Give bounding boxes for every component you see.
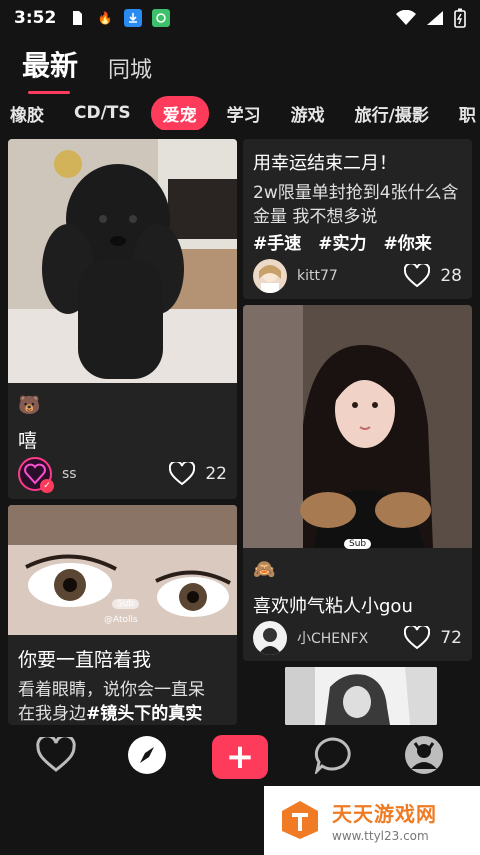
username[interactable]: ss — [62, 466, 169, 482]
username[interactable]: kitt77 — [297, 268, 404, 284]
watermark-title: 天天游戏网 — [332, 802, 437, 826]
download-app-icon — [124, 9, 143, 27]
category-more[interactable]: 职 — [459, 101, 476, 126]
like-count[interactable]: 72 — [404, 626, 462, 650]
signal-icon — [426, 10, 444, 30]
category-pets[interactable]: 爱宠 — [150, 96, 209, 130]
avatar[interactable] — [253, 621, 287, 655]
watermark-url: www.ttyl23.com — [332, 829, 429, 843]
tab-latest[interactable]: 最新 — [22, 44, 78, 94]
verified-badge-icon: ✓ — [40, 479, 54, 493]
photo-watermark: @Atolls — [104, 615, 138, 625]
feed-card-manga[interactable] — [285, 667, 437, 725]
status-bar: 3:52 🔥 — [0, 0, 480, 36]
feed-card-text[interactable]: 用幸运结束二月！ 2w限量单封抢到4张什么含金量 我不想多说 #手速 #实力 #… — [243, 139, 472, 299]
tab-nearby[interactable]: 同城 — [108, 52, 152, 84]
card-tags[interactable]: #手速 #实力 #你来 — [253, 229, 432, 254]
like-count[interactable]: 22 — [169, 462, 227, 486]
category-games[interactable]: 游戏 — [291, 101, 325, 126]
card-meta: 小CHENFX 72 — [253, 619, 462, 657]
feed-card-eyes[interactable]: Sub @Atolls 你要一直陪着我 看着眼睛，说你会一直呆 在我身边#镜头下… — [8, 505, 237, 725]
create-post-button[interactable]: + — [211, 735, 268, 779]
card-title: 你要一直陪着我 — [18, 649, 152, 671]
status-time: 3:52 — [14, 8, 57, 28]
card-title: 用幸运结束二月！ — [253, 153, 397, 174]
nav-messages[interactable] — [307, 731, 359, 783]
site-watermark: 天天游戏网 www.ttyl23.com — [264, 786, 480, 855]
nav-profile[interactable] — [398, 731, 450, 783]
bear-emoji: 🐻 — [18, 395, 41, 416]
watermark-logo-icon — [278, 797, 322, 845]
card-tag[interactable]: #镜头下的真实 — [86, 704, 202, 724]
avatar[interactable]: ✓ — [18, 457, 54, 493]
chat-bubble-icon — [313, 736, 353, 778]
like-number: 28 — [440, 266, 462, 286]
card-body-text: 在我身边 — [18, 704, 86, 724]
battery-icon — [454, 8, 466, 32]
main-tabs: 最新 同城 — [22, 44, 152, 94]
heart-icon — [404, 626, 431, 650]
category-row: 橡胶 CD/TS 爱宠 学习 游戏 旅行/摄影 职 — [0, 96, 480, 130]
card-body: 2w限量单封抢到4张什么含金量 我不想多说 — [253, 183, 459, 227]
avatar[interactable] — [253, 259, 287, 293]
profile-avatar-icon — [404, 735, 444, 779]
sub-tag: Sub — [112, 599, 140, 609]
card-title: 嘻 — [18, 430, 38, 452]
username[interactable]: 小CHENFX — [297, 628, 404, 648]
card-title: 喜欢帅气粘人小gou — [253, 596, 413, 617]
heart-icon — [169, 462, 196, 486]
nav-favorites[interactable] — [30, 731, 82, 783]
card-meta: kitt77 28 — [253, 257, 462, 295]
card-body-line-2: 在我身边#镜头下的真实 — [18, 702, 233, 725]
card-body-line-1: 看着眼睛，说你会一直呆 — [18, 680, 205, 700]
plus-icon: + — [225, 737, 255, 777]
poodle-photo — [8, 139, 237, 383]
like-count[interactable]: 28 — [404, 264, 462, 288]
compass-icon — [126, 734, 168, 780]
card-meta: ✓ ss 22 — [18, 455, 227, 493]
manga-photo — [285, 667, 437, 725]
category-study[interactable]: 学习 — [227, 101, 261, 126]
nav-discover[interactable] — [121, 731, 173, 783]
fire-icon: 🔥 — [97, 11, 113, 25]
category-travel-photo[interactable]: 旅行/摄影 — [355, 101, 429, 126]
app-notification-icon — [152, 9, 171, 27]
like-number: 22 — [205, 464, 227, 484]
heart-outline-icon — [35, 734, 76, 777]
card-body: 看着眼睛，说你会一直呆 在我身边#镜头下的真实 — [18, 678, 233, 725]
like-number: 72 — [440, 628, 462, 648]
sub-tag: Sub — [344, 539, 372, 549]
category-cdts[interactable]: CD/TS — [74, 103, 131, 123]
heart-icon — [404, 264, 431, 288]
bottom-nav: + — [0, 725, 480, 789]
sim-icon — [68, 9, 86, 27]
wifi-icon — [396, 9, 416, 30]
portrait-photo — [243, 305, 472, 548]
monkey-emoji: 🙈 — [253, 559, 276, 580]
category-rubber[interactable]: 橡胶 — [10, 101, 44, 126]
feed-card-portrait[interactable]: Sub 🙈 喜欢帅气粘人小gou 小CHENFX 72 — [243, 305, 472, 661]
feed-card-poodle[interactable]: 🐻 嘻 ✓ ss 22 — [8, 139, 237, 499]
